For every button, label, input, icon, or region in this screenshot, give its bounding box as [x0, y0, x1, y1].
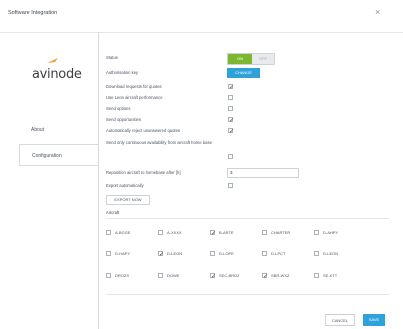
download-requests-label: Download requests for quotes	[106, 84, 162, 89]
aircraft-label: D-LEON	[323, 251, 339, 256]
export-auto-label: Export automatically	[106, 183, 144, 188]
aircraft-checkbox[interactable]: ✓	[210, 230, 217, 237]
aircraft-checkbox[interactable]	[158, 230, 163, 235]
send-continuous-label: Send only continuous availability from a…	[106, 140, 212, 145]
send-options-label: Send options	[106, 106, 131, 111]
send-opportunities-label: Send opportunities	[106, 117, 141, 122]
aircraft-divider-bottom	[106, 294, 389, 295]
aircraft-checkbox[interactable]	[210, 251, 215, 256]
reposition-input[interactable]: 3	[227, 168, 299, 178]
aircraft-checkbox[interactable]	[106, 230, 111, 235]
check-icon: ✓	[211, 274, 217, 280]
send-opportunities-checkbox[interactable]: ✓	[228, 117, 235, 124]
aircraft-label: SEC-BRDZ	[219, 273, 240, 278]
send-continuous-checkbox[interactable]	[228, 154, 233, 159]
download-requests-checkbox[interactable]: ✓	[228, 84, 235, 91]
check-icon: ✓	[263, 274, 269, 280]
aircraft-label: D-LEON	[167, 251, 183, 256]
aircraft-label: D-HAPY	[115, 251, 131, 256]
aircraft-checkbox[interactable]: ✓	[158, 251, 165, 258]
aircraft-checkbox[interactable]	[314, 230, 319, 235]
check-icon: ✓	[229, 118, 235, 124]
modal-header: Software Integration ×	[0, 0, 403, 33]
aircraft-checkbox[interactable]	[314, 251, 319, 256]
auth-key-label: Authorisation key	[106, 70, 139, 75]
sidebar-item-configuration[interactable]: Configuration	[19, 144, 99, 166]
check-icon: ✓	[159, 252, 165, 258]
aircraft-label: D-LOPE	[219, 251, 234, 256]
aircraft-checkbox[interactable]	[314, 273, 319, 278]
aircraft-section-label: Aircraft	[106, 210, 120, 215]
logo-plane-icon	[47, 58, 58, 63]
aircraft-checkbox[interactable]	[262, 251, 267, 256]
auto-reject-checkbox[interactable]: ✓	[228, 128, 235, 135]
cancel-button[interactable]: CANCEL	[325, 314, 355, 326]
aircraft-label: DOWE	[167, 273, 180, 278]
status-toggle[interactable]: ON OFF	[227, 53, 275, 65]
avinode-logo: avinode	[32, 55, 92, 87]
modal-title: Software Integration	[8, 10, 58, 16]
save-button[interactable]: SAVE	[363, 314, 385, 326]
aircraft-label: DROZS	[115, 273, 129, 278]
aircraft-divider-top	[106, 218, 389, 219]
status-label: Status	[106, 55, 118, 60]
close-icon[interactable]: ×	[375, 7, 380, 17]
sidebar-item-about[interactable]: About	[19, 120, 99, 140]
aircraft-label: D-LPCT	[271, 251, 286, 256]
aircraft-label: B-ARTE	[219, 230, 234, 235]
check-icon: ✓	[229, 85, 235, 91]
aircraft-checkbox[interactable]	[106, 251, 111, 256]
aircraft-checkbox[interactable]: ✓	[210, 273, 217, 280]
aircraft-label: SBR-WXZ	[271, 273, 290, 278]
check-icon: ✓	[229, 129, 235, 135]
aircraft-checkbox[interactable]	[158, 273, 163, 278]
send-options-checkbox[interactable]	[228, 106, 233, 111]
software-integration-modal: Software Integration × avinode About Con…	[0, 0, 403, 329]
check-icon: ✓	[211, 231, 217, 237]
aircraft-checkbox[interactable]: ✓	[262, 273, 269, 280]
aircraft-label: A-BGGE	[115, 230, 131, 235]
logo-text: avinode	[32, 67, 82, 82]
aircraft-label: D-AHPY	[323, 230, 339, 235]
export-auto-checkbox[interactable]	[228, 183, 233, 188]
aircraft-checkbox[interactable]	[262, 230, 267, 235]
export-now-button[interactable]: EXPORT NOW	[106, 195, 150, 205]
use-aircraft-performance-checkbox[interactable]	[228, 95, 233, 100]
aircraft-label: CHARTER	[271, 230, 291, 235]
aircraft-label: SE-KTT	[323, 273, 338, 278]
reposition-label: Reposition aircraft to homebase after [h…	[106, 170, 181, 175]
toggle-on-label: ON	[228, 54, 252, 64]
auto-reject-label: Automatically reject unanswered quotes	[106, 128, 181, 133]
toggle-off-label: OFF	[259, 56, 267, 61]
aircraft-checkbox[interactable]	[106, 273, 111, 278]
aircraft-label: A-XXXX	[167, 230, 182, 235]
use-aircraft-performance-label: Use Leon aircraft performance	[106, 95, 163, 100]
change-button[interactable]: CHANGE	[227, 68, 260, 78]
